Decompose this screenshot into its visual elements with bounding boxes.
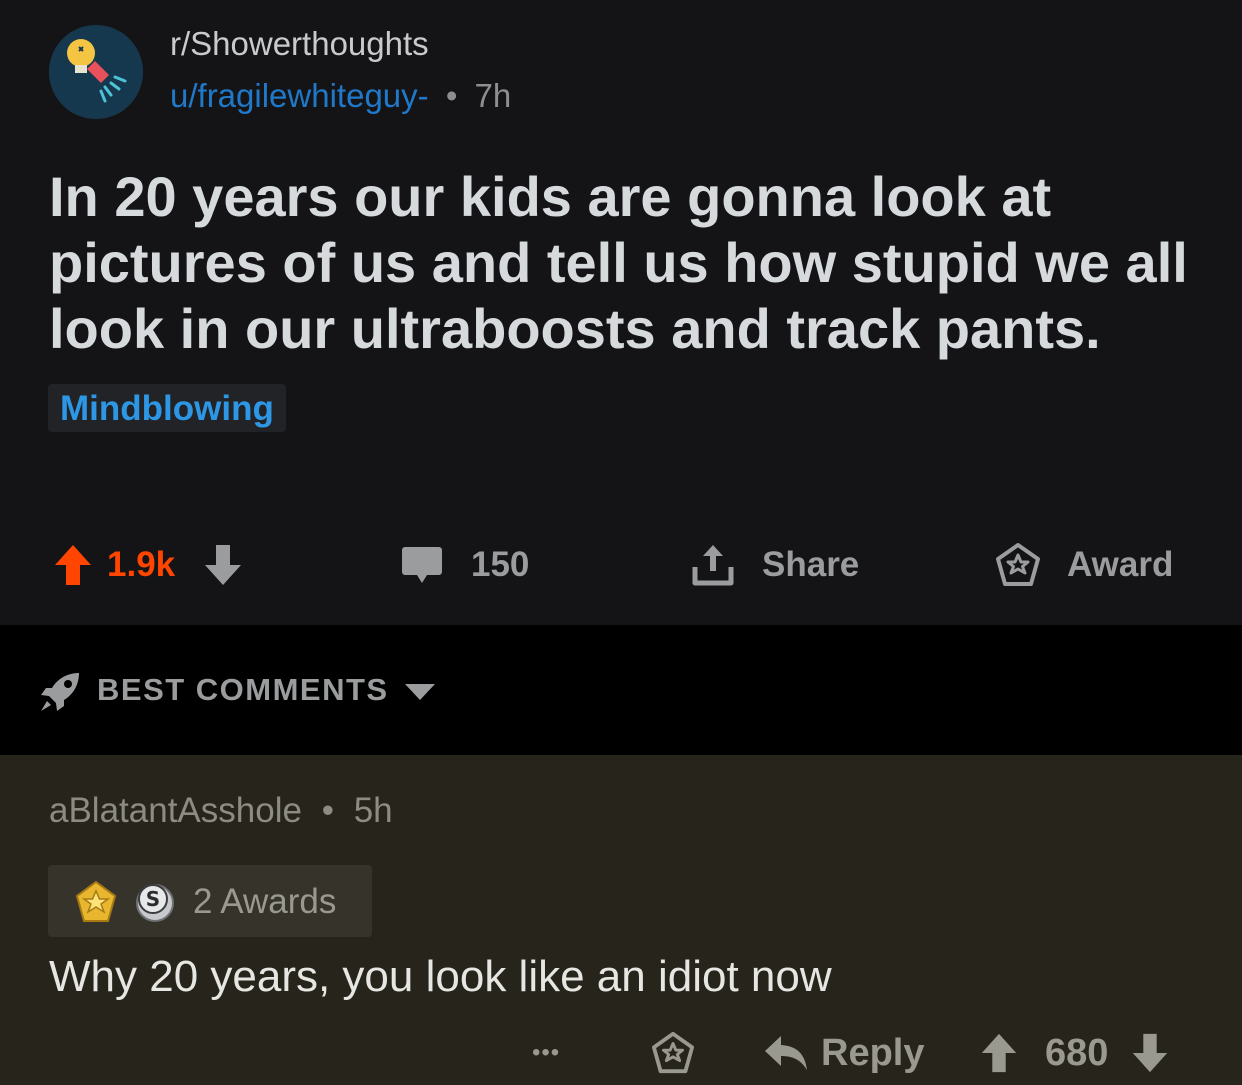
more-options-icon: ••• <box>532 1039 561 1066</box>
more-options-button[interactable]: ••• <box>532 1028 560 1078</box>
awards-count: 2 Awards <box>193 882 337 921</box>
meta-separator: • <box>321 791 334 830</box>
comment-award-button[interactable] <box>651 1028 695 1078</box>
award-label: Award <box>1067 545 1174 584</box>
share-upload-icon <box>690 541 736 589</box>
post-age: 7h <box>474 77 512 114</box>
arrow-down-icon[interactable] <box>1130 1032 1170 1074</box>
lightbulb-shower-icon <box>49 25 143 119</box>
comments-button[interactable]: 150 <box>401 530 529 600</box>
arrow-down-icon[interactable] <box>203 543 243 587</box>
rocket-icon[interactable] <box>38 670 82 719</box>
reply-button[interactable]: Reply <box>763 1028 924 1078</box>
post-title[interactable]: In 20 years our kids are gonna look at p… <box>49 164 1209 362</box>
star-award-icon <box>995 542 1041 588</box>
reply-arrow-icon <box>763 1034 809 1072</box>
share-label: Share <box>762 545 860 584</box>
sort-dropdown[interactable]: BEST COMMENTS <box>97 672 437 710</box>
post-meta: u/fragilewhiteguy- • 7h <box>170 77 511 115</box>
gold-award-icon <box>74 880 118 929</box>
silver-award-icon: S <box>133 880 177 929</box>
meta-separator: • <box>445 77 458 114</box>
comment-count: 150 <box>471 545 530 584</box>
comment-body: Why 20 years, you look like an idiot now <box>49 952 832 1001</box>
comment-action-bar: ••• Reply 680 <box>0 1020 1242 1085</box>
vote-group: 1.9k <box>53 530 243 600</box>
arrow-up-icon[interactable] <box>53 543 93 587</box>
speech-bubble-icon <box>401 545 443 585</box>
subreddit-avatar[interactable] <box>49 25 143 119</box>
comment-age: 5h <box>353 791 393 830</box>
post-vote-count: 1.9k <box>107 545 176 584</box>
svg-text:S: S <box>146 887 160 911</box>
star-award-icon <box>651 1031 695 1075</box>
comment-author[interactable]: aBlatantAsshole <box>49 791 302 830</box>
caret-down-icon <box>403 674 437 710</box>
comment-vote-group: 680 <box>979 1028 1170 1078</box>
award-button[interactable]: Award <box>995 530 1173 600</box>
arrow-up-icon[interactable] <box>979 1032 1019 1074</box>
reply-label: Reply <box>821 1031 925 1074</box>
post-flair[interactable]: Mindblowing <box>48 384 286 432</box>
share-button[interactable]: Share <box>690 530 859 600</box>
sort-label: BEST COMMENTS <box>97 672 389 707</box>
post-action-bar: 1.9k 150 Share Award <box>0 530 1242 600</box>
comment-meta: aBlatantAsshole • 5h <box>49 791 393 831</box>
comment-score: 680 <box>1045 1031 1109 1074</box>
subreddit-name[interactable]: r/Showerthoughts <box>170 25 429 63</box>
post-author-link[interactable]: u/fragilewhiteguy- <box>170 77 429 114</box>
